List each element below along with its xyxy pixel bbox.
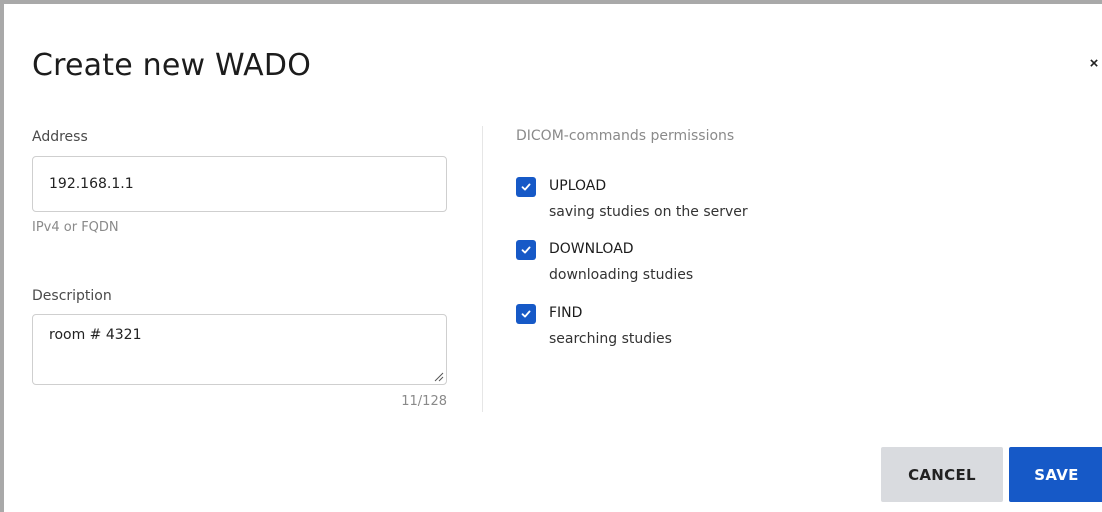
checkmark-icon [521,183,531,191]
checkmark-icon [521,246,531,254]
address-label: Address [32,129,88,145]
permission-description: downloading studies [549,267,694,283]
close-button[interactable]: × [1084,54,1102,74]
address-helper-text: IPv4 or FQDN [32,220,119,235]
download-checkbox[interactable] [516,240,536,260]
address-input[interactable] [32,156,447,212]
description-textarea[interactable]: room # 4321 [32,314,447,385]
character-counter: 11/128 [401,394,447,409]
permission-name: FIND [549,305,583,321]
find-checkbox[interactable] [516,304,536,324]
checkmark-icon [521,310,531,318]
permission-description: saving studies on the server [549,204,748,220]
column-divider [482,126,483,412]
dialog: Create new WADO × Address IPv4 or FQDN D… [0,0,1102,512]
permission-name: UPLOAD [549,178,607,194]
dialog-title: Create new WADO [32,48,312,83]
upload-checkbox[interactable] [516,177,536,197]
permissions-heading: DICOM-commands permissions [516,128,735,144]
cancel-button[interactable]: CANCEL [881,447,1003,502]
permission-name: DOWNLOAD [549,241,634,257]
permission-description: searching studies [549,331,672,347]
close-icon: × [1089,55,1099,72]
resize-handle-icon[interactable] [434,372,444,382]
save-button[interactable]: SAVE [1009,447,1102,502]
description-label: Description [32,288,112,304]
